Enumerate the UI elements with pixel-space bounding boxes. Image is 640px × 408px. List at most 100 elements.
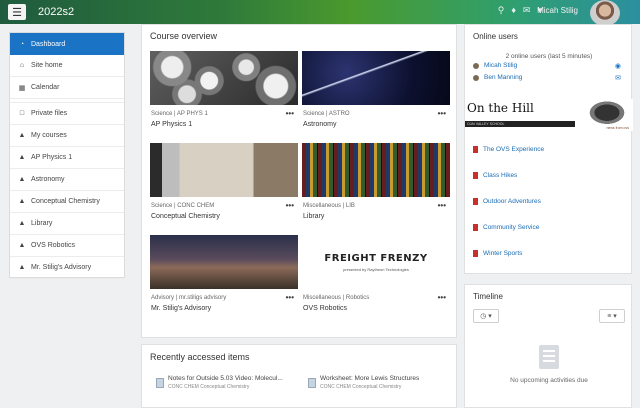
recent-item[interactable]: Worksheet: More Lewis Structures CONC CH… bbox=[308, 375, 458, 405]
online-user[interactable]: Ben Manning bbox=[473, 74, 522, 81]
eye-icon[interactable]: ◉ bbox=[615, 62, 621, 70]
nav-item-astronomy[interactable]: ▲ Astronomy bbox=[10, 169, 124, 191]
course-menu-button[interactable]: ••• bbox=[286, 109, 294, 118]
nav-item-label: Site home bbox=[31, 62, 63, 69]
nav-item-label: Astronomy bbox=[31, 176, 65, 183]
recent-item[interactable]: Notes for Outside 5.03 Video: Molecul...… bbox=[156, 375, 306, 405]
link-label[interactable]: Outdoor Adventures bbox=[483, 198, 541, 205]
course-card-ap-physics[interactable]: Science | AP PHYS 1 AP Physics 1 ••• bbox=[150, 51, 298, 139]
link-label[interactable]: Community Service bbox=[483, 224, 539, 231]
bookmark-icon bbox=[473, 146, 478, 153]
nav-item-label: AP Physics 1 bbox=[31, 154, 73, 161]
file-icon: □ bbox=[19, 110, 25, 117]
recent-item-title[interactable]: Worksheet: More Lewis Structures bbox=[320, 375, 419, 382]
course-category: Advisory | mr.stiligs advisory bbox=[151, 295, 227, 301]
hamburger-menu-button[interactable]: ☰ bbox=[8, 4, 26, 20]
timeline-filter-button[interactable]: ◷ ▾ bbox=[473, 309, 499, 323]
link-outdoor-adventures[interactable]: Outdoor Adventures bbox=[473, 198, 541, 205]
recent-items-card: Recently accessed items Notes for Outsid… bbox=[141, 344, 457, 408]
banner-caption: news from ovs bbox=[606, 126, 629, 130]
course-category: Science | ASTRO bbox=[303, 111, 350, 117]
online-users-card: Online users 2 online users (last 5 minu… bbox=[464, 24, 633, 274]
timeline-title: Timeline bbox=[473, 292, 503, 301]
nav-item-ap-physics-1[interactable]: ▲ AP Physics 1 bbox=[10, 147, 124, 169]
graduation-cap-icon: ▲ bbox=[18, 176, 26, 183]
clock-icon: ◷ ▾ bbox=[480, 313, 492, 320]
course-image[interactable] bbox=[150, 51, 298, 105]
bookmark-icon bbox=[473, 198, 478, 205]
course-menu-button[interactable]: ••• bbox=[286, 201, 294, 210]
online-user[interactable]: Micah Stilig bbox=[473, 62, 517, 69]
course-image[interactable] bbox=[150, 235, 298, 289]
course-menu-button[interactable]: ••• bbox=[438, 109, 446, 118]
graduation-cap-icon: ▲ bbox=[18, 198, 26, 205]
course-menu-button[interactable]: ••• bbox=[438, 293, 446, 302]
nav-item-label: Mr. Stilig's Advisory bbox=[31, 264, 92, 271]
nav-item-conceptual-chemistry[interactable]: ▲ Conceptual Chemistry bbox=[10, 191, 124, 213]
site-name[interactable]: 2022s2 bbox=[38, 6, 74, 18]
document-icon bbox=[156, 378, 164, 388]
avatar bbox=[473, 74, 479, 81]
nav-item-private-files[interactable]: □ Private files bbox=[10, 103, 124, 125]
course-card-advisory[interactable]: Advisory | mr.stiligs advisory Mr. Stili… bbox=[150, 235, 298, 323]
nav-item-my-courses[interactable]: ▲ My courses bbox=[10, 125, 124, 147]
message-icon[interactable]: ✉ bbox=[615, 74, 621, 82]
user-name[interactable]: Micah Stilig bbox=[537, 6, 578, 15]
recent-item-title[interactable]: Notes for Outside 5.03 Video: Molecul... bbox=[168, 375, 283, 382]
course-category: Science | CONC CHEM bbox=[151, 203, 215, 209]
course-card-ovs-robotics[interactable]: FREIGHT FRENZY presented by Raytheon Tec… bbox=[302, 235, 450, 323]
avatar bbox=[473, 62, 479, 69]
link-winter-sports[interactable]: Winter Sports bbox=[473, 250, 522, 257]
nav-item-calendar[interactable]: ▦ Calendar bbox=[10, 77, 124, 99]
course-name[interactable]: Mr. Stilig's Advisory bbox=[151, 305, 298, 312]
course-menu-button[interactable]: ••• bbox=[438, 201, 446, 210]
online-user-name[interactable]: Ben Manning bbox=[484, 74, 522, 81]
nav-item-label: Calendar bbox=[31, 84, 60, 91]
course-image[interactable] bbox=[302, 51, 450, 105]
course-category: Miscellaneous | Robotics bbox=[303, 295, 370, 301]
nav-item-dashboard[interactable]: ◔ Dashboard bbox=[10, 33, 124, 55]
course-name[interactable]: Conceptual Chemistry bbox=[151, 213, 298, 220]
link-label[interactable]: Class Hikes bbox=[483, 172, 517, 179]
banner-bar-text: OJAI VALLEY SCHOOL bbox=[467, 122, 505, 126]
search-icon[interactable]: ⚲ bbox=[498, 5, 505, 16]
timeline-empty-message: No upcoming activities due bbox=[510, 377, 588, 384]
course-name[interactable]: Library bbox=[303, 213, 450, 220]
course-image[interactable]: FREIGHT FRENZY presented by Raytheon Tec… bbox=[302, 235, 450, 289]
avatar[interactable] bbox=[590, 0, 620, 26]
nav-item-site-home[interactable]: ⌂ Site home bbox=[10, 55, 124, 77]
nav-item-ovs-robotics[interactable]: ▲ OVS Robotics bbox=[10, 235, 124, 257]
bell-icon[interactable]: ♦ bbox=[511, 5, 516, 16]
on-the-hill-banner[interactable]: On the Hill OJAI VALLEY SCHOOL news from… bbox=[465, 99, 633, 131]
timeline-sort-button[interactable]: ≡ ▾ bbox=[599, 309, 625, 323]
course-name[interactable]: AP Physics 1 bbox=[151, 121, 298, 128]
graduation-cap-icon: ▲ bbox=[18, 154, 26, 161]
link-label[interactable]: Winter Sports bbox=[483, 250, 522, 257]
course-image[interactable] bbox=[302, 143, 450, 197]
course-card-astronomy[interactable]: Science | ASTRO Astronomy ••• bbox=[302, 51, 450, 139]
course-image[interactable] bbox=[150, 143, 298, 197]
course-category: Miscellaneous | LIB bbox=[303, 203, 355, 209]
course-card-conceptual-chemistry[interactable]: Science | CONC CHEM Conceptual Chemistry… bbox=[150, 143, 298, 231]
course-menu-button[interactable]: ••• bbox=[286, 293, 294, 302]
course-name[interactable]: OVS Robotics bbox=[303, 305, 450, 312]
bookmark-icon bbox=[473, 224, 478, 231]
nav-item-library[interactable]: ▲ Library bbox=[10, 213, 124, 235]
course-card-library[interactable]: Miscellaneous | LIB Library ••• bbox=[302, 143, 450, 231]
nav-item-advisory[interactable]: ▲ Mr. Stilig's Advisory bbox=[10, 257, 124, 279]
empty-list-icon bbox=[539, 345, 559, 369]
link-label[interactable]: The OVS Experience bbox=[483, 146, 544, 153]
dashboard-icon: ◔ bbox=[19, 40, 25, 48]
online-user-name[interactable]: Micah Stilig bbox=[484, 62, 517, 69]
timeline-card: Timeline ◷ ▾ ≡ ▾ No upcoming activities … bbox=[464, 284, 632, 408]
link-ovs-experience[interactable]: The OVS Experience bbox=[473, 146, 544, 153]
recent-item-course: CONC CHEM Conceptual Chemistry bbox=[320, 384, 402, 390]
link-community-service[interactable]: Community Service bbox=[473, 224, 539, 231]
graduation-cap-icon: ▲ bbox=[18, 132, 26, 139]
link-class-hikes[interactable]: Class Hikes bbox=[473, 172, 517, 179]
nav-item-label: My courses bbox=[31, 132, 67, 139]
graduation-cap-icon: ▲ bbox=[18, 242, 26, 249]
course-name[interactable]: Astronomy bbox=[303, 121, 450, 128]
recent-items-title: Recently accessed items bbox=[150, 352, 250, 362]
chat-icon[interactable]: ✉ bbox=[523, 5, 531, 16]
